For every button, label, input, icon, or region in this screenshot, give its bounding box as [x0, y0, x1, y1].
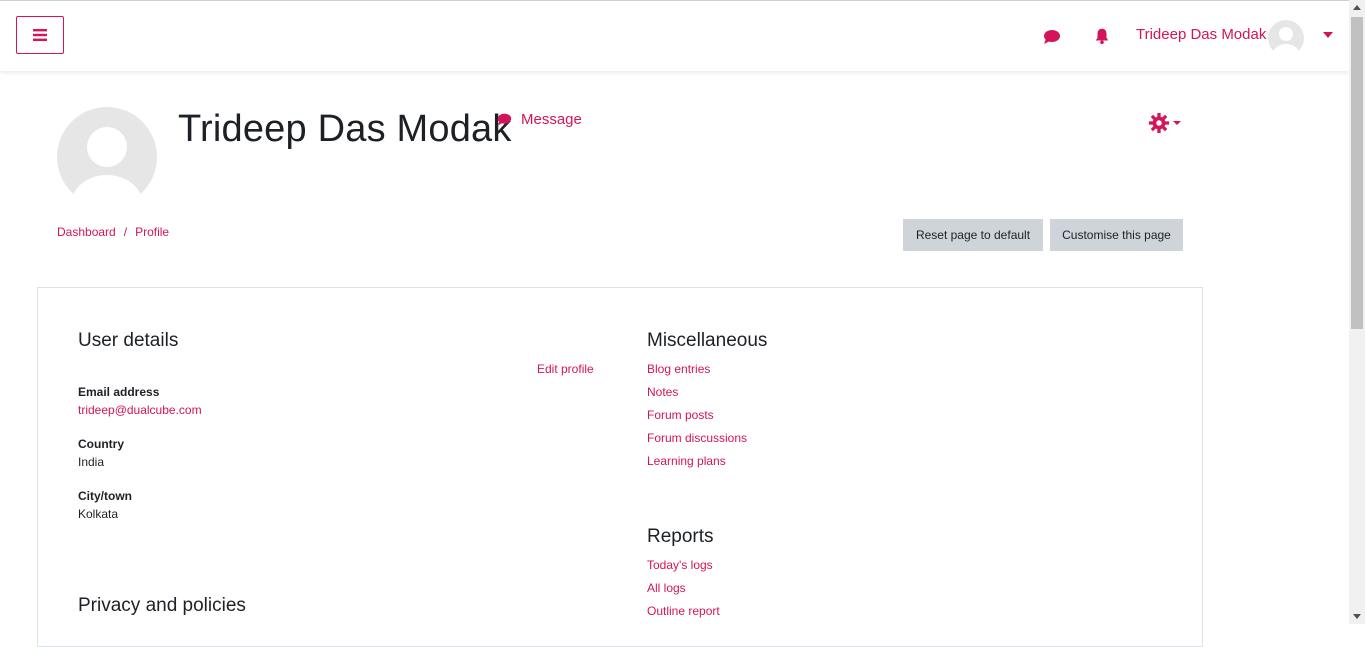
chevron-down-icon: [1173, 121, 1181, 125]
all-logs-link[interactable]: All logs: [647, 581, 686, 595]
page-title: Trideep Das Modak: [178, 108, 512, 150]
outline-report-link[interactable]: Outline report: [647, 604, 720, 618]
customise-page-button[interactable]: Customise this page: [1050, 219, 1183, 251]
forum-discussions-link[interactable]: Forum discussions: [647, 431, 747, 445]
country-value: India: [78, 455, 105, 469]
notes-link[interactable]: Notes: [647, 385, 678, 399]
breadcrumb-profile[interactable]: Profile: [135, 225, 169, 239]
privacy-title: Privacy and policies: [78, 595, 246, 616]
profile-card: User details Edit profile Email address …: [37, 287, 1203, 647]
learning-plans-link[interactable]: Learning plans: [647, 454, 726, 468]
top-navbar: Trideep Das Modak: [0, 0, 1349, 71]
breadcrumb-dashboard[interactable]: Dashboard: [57, 225, 116, 239]
email-link[interactable]: trideep@dualcube.com: [78, 403, 202, 417]
vertical-scrollbar[interactable]: [1349, 0, 1365, 624]
reports-title: Reports: [647, 526, 714, 547]
message-icon[interactable]: [1042, 28, 1062, 46]
scroll-up-icon[interactable]: [1353, 5, 1361, 10]
forum-posts-link[interactable]: Forum posts: [647, 408, 714, 422]
country-label: Country: [78, 437, 124, 451]
bell-icon[interactable]: [1092, 27, 1112, 45]
message-icon: [497, 113, 512, 126]
city-label: City/town: [78, 489, 132, 503]
reset-page-button[interactable]: Reset page to default: [903, 219, 1043, 251]
user-menu-name[interactable]: Trideep Das Modak: [1136, 26, 1266, 43]
user-avatar-icon: [1273, 27, 1299, 56]
edit-profile-link[interactable]: Edit profile: [537, 362, 594, 376]
todays-logs-link[interactable]: Today's logs: [647, 558, 713, 572]
gear-icon: [1148, 112, 1170, 134]
user-details-title: User details: [78, 330, 179, 351]
profile-avatar: [57, 107, 157, 207]
scrollbar-thumb[interactable]: [1351, 17, 1363, 329]
breadcrumb: Dashboard / Profile: [57, 225, 169, 239]
avatar[interactable]: [1268, 20, 1304, 56]
menu-toggle-button[interactable]: [16, 16, 64, 54]
message-link[interactable]: Message: [496, 111, 582, 128]
breadcrumb-separator: /: [123, 225, 128, 239]
chevron-down-icon[interactable]: [1323, 32, 1333, 38]
message-label: Message: [521, 111, 582, 128]
miscellaneous-title: Miscellaneous: [647, 330, 768, 351]
email-label: Email address: [78, 385, 160, 399]
page-actions-menu[interactable]: [1148, 112, 1181, 134]
blog-entries-link[interactable]: Blog entries: [647, 362, 710, 376]
menu-icon: [33, 29, 47, 41]
city-value: Kolkata: [78, 507, 119, 521]
scroll-down-icon[interactable]: [1353, 614, 1361, 619]
user-avatar-icon: [71, 127, 143, 207]
